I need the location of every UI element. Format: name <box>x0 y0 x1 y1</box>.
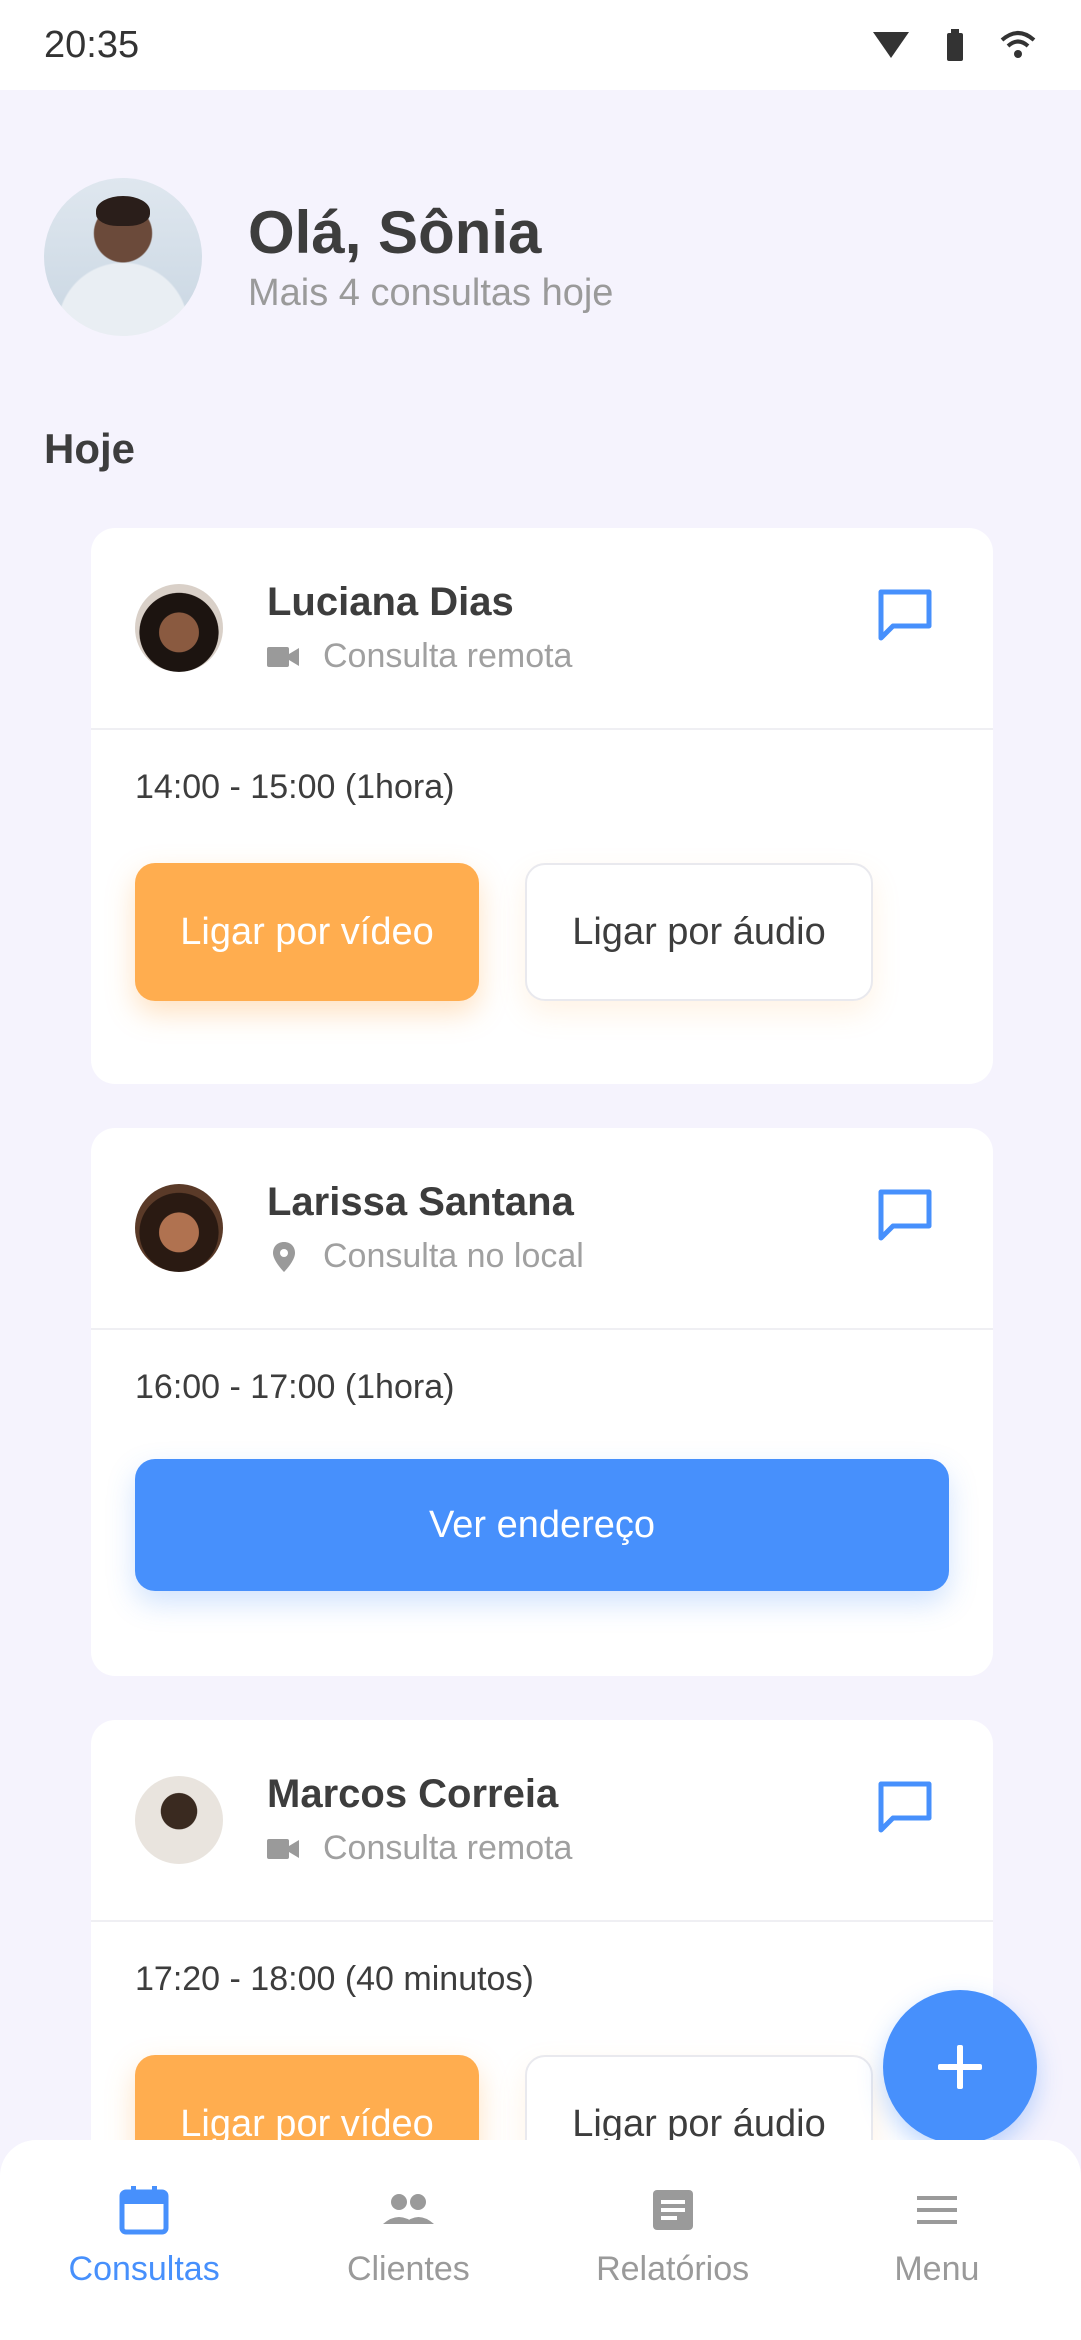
chat-icon[interactable] <box>875 586 935 646</box>
signal-icon <box>873 32 909 58</box>
nav-item-menu[interactable]: Menu <box>822 2184 1052 2289</box>
status-bar: 20:35 <box>0 0 1081 90</box>
videocam-icon <box>267 646 299 667</box>
report-icon <box>652 2190 693 2230</box>
chat-icon[interactable] <box>875 1186 935 1246</box>
nav-item-consultas[interactable]: Consultas <box>29 2184 259 2289</box>
client-name: Larissa Santana <box>267 1180 574 1224</box>
avatar <box>135 584 223 672</box>
location-pin-icon <box>273 1241 295 1272</box>
nav-label: Consultas <box>68 2250 220 2288</box>
client-name: Luciana Dias <box>267 580 514 624</box>
plus-icon <box>938 2045 982 2089</box>
appointment-card[interactable]: Larissa Santana Consulta no local 16:00 … <box>91 1128 993 1676</box>
nav-label: Menu <box>894 2250 980 2288</box>
appointment-time: 17:20 - 18:00 (40 minutos) <box>135 1960 534 1998</box>
appointment-card[interactable]: Luciana Dias Consulta remota 14:00 - 15:… <box>91 528 993 1084</box>
status-icons <box>871 28 1037 62</box>
menu-icon <box>916 2196 957 2224</box>
calendar-icon <box>119 2186 169 2235</box>
chat-icon[interactable] <box>875 1778 935 1838</box>
section-title: Hoje <box>44 425 136 472</box>
battery-icon <box>947 29 963 61</box>
subtitle: Mais 4 consultas hoje <box>248 271 614 314</box>
appointment-type: Consulta remota <box>323 1829 573 1867</box>
wifi-icon <box>1000 31 1036 58</box>
bottom-nav: Consultas Clientes Relatórios Menu <box>0 2140 1081 2340</box>
videocam-icon <box>267 1838 299 1859</box>
nav-item-relatorios[interactable]: Relatórios <box>558 2184 788 2289</box>
client-name: Marcos Correia <box>267 1772 559 1816</box>
avatar[interactable] <box>44 178 202 336</box>
appointment-type: Consulta no local <box>323 1237 584 1275</box>
nav-item-clientes[interactable]: Clientes <box>293 2184 523 2289</box>
avatar <box>135 1184 223 1272</box>
status-time: 20:35 <box>44 23 140 66</box>
header: Olá, Sônia Mais 4 consultas hoje <box>44 178 613 336</box>
appointment-type: Consulta remota <box>323 637 573 675</box>
nav-label: Relatórios <box>596 2250 750 2288</box>
avatar <box>135 1776 223 1864</box>
appointment-time: 14:00 - 15:00 (1hora) <box>135 768 455 806</box>
audio-call-button[interactable]: Ligar por áudio <box>525 863 873 1001</box>
people-icon <box>383 2194 435 2224</box>
appointment-time: 16:00 - 17:00 (1hora) <box>135 1368 455 1406</box>
add-appointment-button[interactable] <box>883 1990 1037 2144</box>
video-call-button[interactable]: Ligar por vídeo <box>135 863 479 1001</box>
nav-label: Clientes <box>346 2250 470 2288</box>
view-address-button[interactable]: Ver endereço <box>135 1459 949 1591</box>
greeting: Olá, Sônia <box>248 198 542 266</box>
